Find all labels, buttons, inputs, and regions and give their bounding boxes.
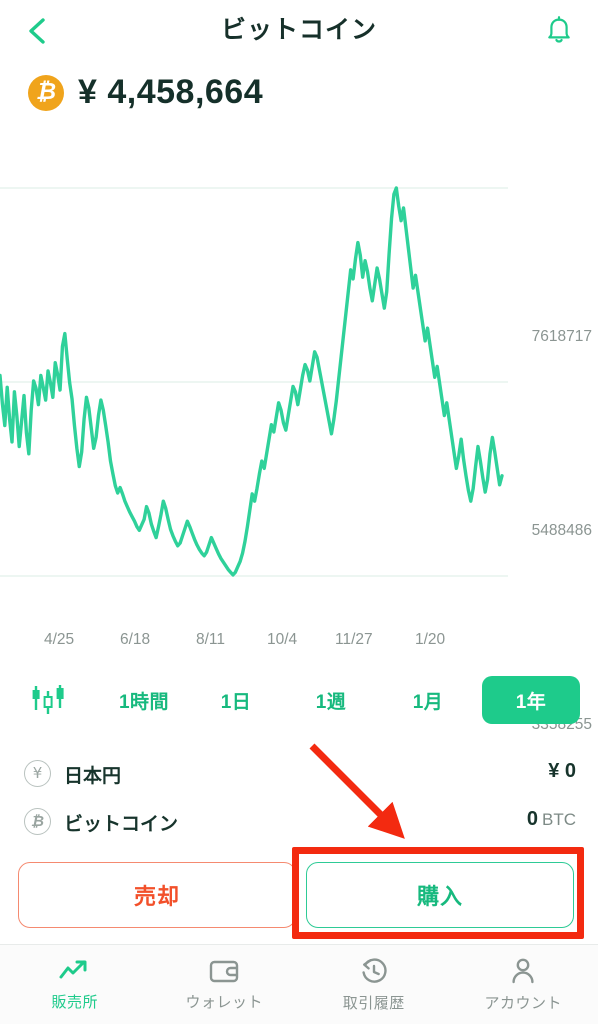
candlestick-chart-toggle[interactable] <box>26 682 72 718</box>
chart-canvas <box>0 186 508 577</box>
bottom-navigation: 販売所 ウォレット 取引履歴 アカウント <box>0 944 598 1024</box>
period-option-1w[interactable]: 1週 <box>292 676 370 724</box>
y-axis-label-0: 7618717 <box>531 328 592 345</box>
balance-row-jpy[interactable]: ¥ 日本円 ¥ 0 <box>0 752 598 796</box>
nav-item-history[interactable]: 取引履歴 <box>299 945 449 1024</box>
nav-label-history: 取引履歴 <box>342 994 405 1012</box>
nav-item-marketplace[interactable]: 販売所 <box>0 945 150 1024</box>
balance-value-btc: 0 BTC <box>527 808 576 831</box>
balance-row-btc[interactable]: ₿ ビットコイン 0 BTC <box>0 800 598 844</box>
x-axis-label-2: 8/11 <box>196 631 226 648</box>
x-axis-label-1: 6/18 <box>120 631 151 648</box>
balance-label-jpy: 日本円 <box>64 766 122 787</box>
nav-label-marketplace: 販売所 <box>51 993 98 1011</box>
x-axis-label-3: 10/4 <box>267 631 298 648</box>
notification-button[interactable] <box>536 8 582 54</box>
period-option-1m[interactable]: 1月 <box>390 676 466 724</box>
person-icon <box>512 958 534 983</box>
period-selector: 1時間 1日 1週 1月 1年 <box>0 676 598 724</box>
nav-item-wallet[interactable]: ウォレット <box>150 945 300 1024</box>
chart-x-axis: 4/25 6/18 8/11 10/4 11/27 1/20 <box>0 631 598 657</box>
crypto-app-screen: ビットコイン ₿ ¥ 4,458,664 7618717 5488486 335… <box>0 0 598 1024</box>
buy-button[interactable]: 購入 <box>306 862 574 928</box>
bitcoin-circle-icon: ₿ <box>24 808 51 835</box>
history-clock-icon <box>362 957 387 983</box>
bell-icon <box>548 16 570 43</box>
period-option-1d[interactable]: 1日 <box>200 676 272 724</box>
balance-label-btc: ビットコイン <box>64 814 179 835</box>
period-option-1h[interactable]: 1時間 <box>100 676 188 724</box>
x-axis-label-5: 1/20 <box>415 631 446 648</box>
app-header: ビットコイン <box>0 0 598 62</box>
period-option-1y[interactable]: 1年 <box>482 676 580 724</box>
current-price: ¥ 4,458,664 <box>78 73 264 111</box>
balance-amount-btc: 0 <box>526 808 538 830</box>
chart-gridlines <box>0 187 508 577</box>
balance-unit-btc: BTC <box>542 810 576 829</box>
bitcoin-icon: ₿ <box>28 74 64 111</box>
nav-item-account[interactable]: アカウント <box>449 945 598 1024</box>
page-title: ビットコイン <box>220 16 377 44</box>
sell-button[interactable]: 売却 <box>18 862 296 928</box>
yen-circle-icon: ¥ <box>24 760 51 787</box>
candlestick-icon <box>32 685 64 714</box>
x-axis-label-4: 11/27 <box>335 631 373 648</box>
nav-label-account: アカウント <box>484 994 562 1012</box>
wallet-icon <box>210 960 239 982</box>
current-price-row: ₿ ¥ 4,458,664 <box>28 73 263 112</box>
y-axis-label-1: 5488486 <box>531 522 592 539</box>
price-chart[interactable]: 7618717 5488486 3358255 <box>0 150 598 733</box>
nav-label-wallet: ウォレット <box>185 993 263 1011</box>
x-axis-label-0: 4/25 <box>44 631 75 648</box>
trend-up-icon <box>59 960 87 978</box>
balance-value-jpy: ¥ 0 <box>548 760 576 782</box>
